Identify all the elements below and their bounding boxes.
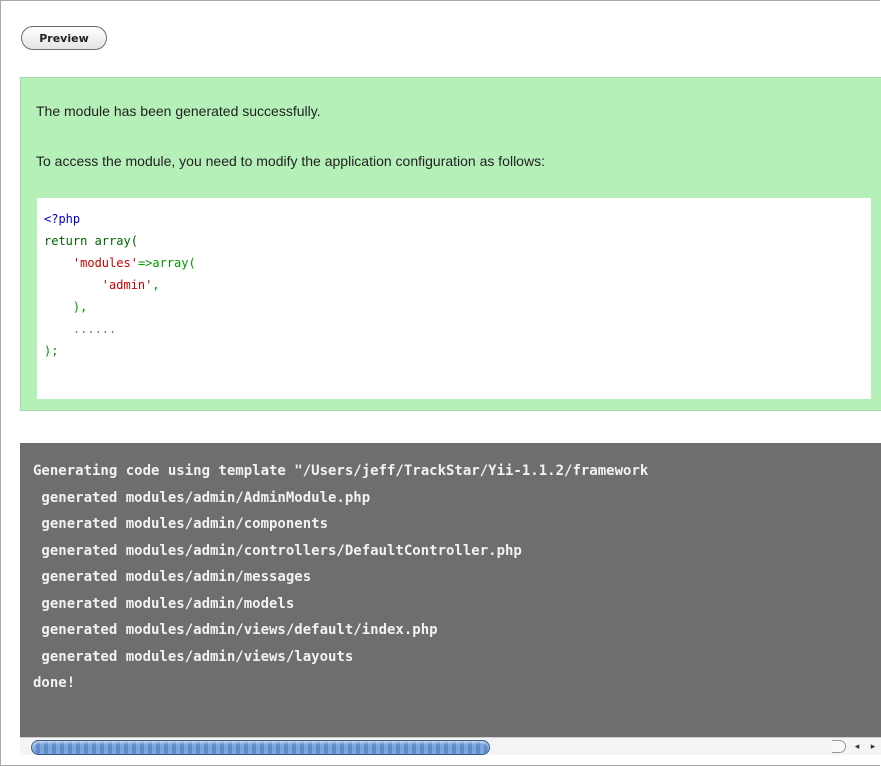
code-token: return array( <box>44 234 138 248</box>
preview-button[interactable]: Preview <box>21 26 107 50</box>
log-line: generated modules/admin/AdminModule.php <box>33 489 371 506</box>
code-token: 'admin' <box>101 278 153 292</box>
scroll-left-arrow-icon[interactable]: ◂ <box>850 739 864 754</box>
code-token: =>array( <box>137 256 196 270</box>
log-line: done! <box>33 675 76 691</box>
log-line: generated modules/admin/controllers/Defa… <box>33 542 522 559</box>
code-line: return array( <box>44 230 871 252</box>
success-panel: The module has been generated successful… <box>20 77 881 411</box>
code-line: 'admin', <box>44 274 871 296</box>
log-line: generated modules/admin/components <box>33 516 329 532</box>
code-line: 'modules'=>array( <box>44 252 871 274</box>
scrollbar-track-end <box>832 740 846 753</box>
log-line: generated modules/admin/views/layouts <box>33 648 354 665</box>
log-line: generated modules/admin/models <box>33 595 295 612</box>
config-code-block: <?php return array( 'modules'=>array( 'ad… <box>37 198 871 399</box>
code-line: <?php <box>44 208 871 230</box>
code-token: , <box>152 278 160 292</box>
code-token: <?php <box>44 212 81 226</box>
log-line: generated modules/admin/messages <box>33 569 312 585</box>
config-instructions: To access the module, you need to modify… <box>36 153 545 169</box>
code-token: 'modules' <box>72 256 138 270</box>
scrollbar-thumb[interactable] <box>31 740 490 755</box>
page-frame: Preview The module has been generated su… <box>0 0 881 766</box>
code-line: ...... <box>44 322 117 336</box>
success-message: The module has been generated successful… <box>36 103 321 119</box>
horizontal-scrollbar[interactable]: ◂ ▸ <box>20 737 881 755</box>
code-line: ); <box>44 344 59 358</box>
scroll-right-arrow-icon[interactable]: ▸ <box>866 739 880 754</box>
log-line: Generating code using template "/Users/j… <box>33 463 649 479</box>
generation-log: Generating code using template "/Users/j… <box>20 443 881 739</box>
code-line: ), <box>44 300 88 314</box>
log-line: generated modules/admin/views/default/in… <box>33 622 438 638</box>
